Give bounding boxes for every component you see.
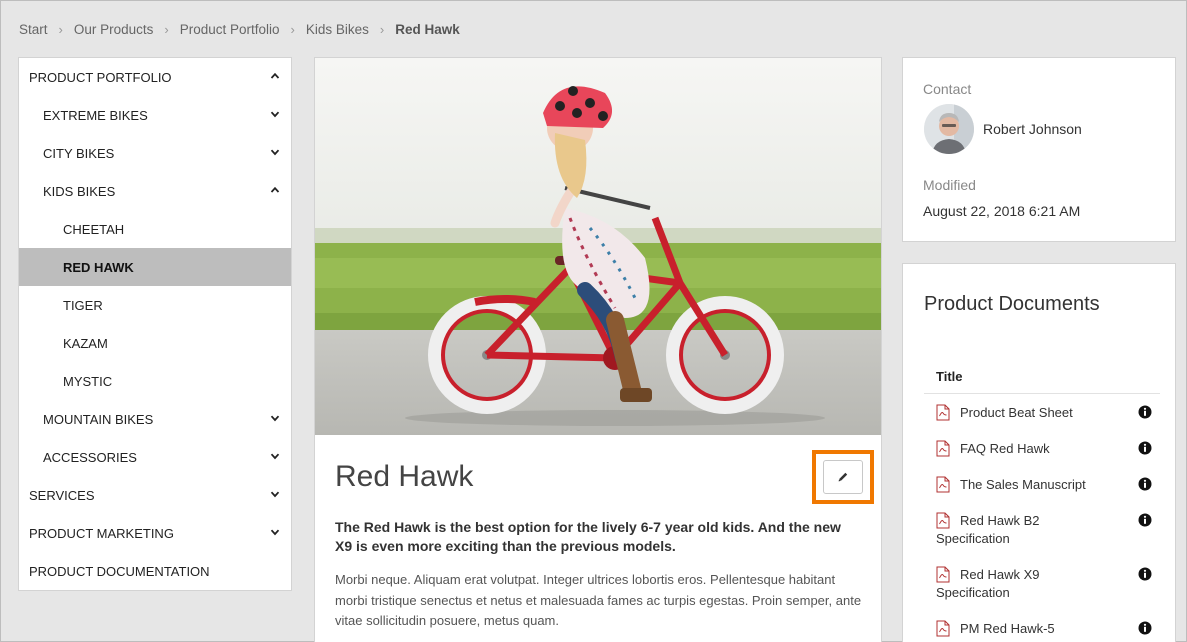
product-hero-image — [315, 58, 881, 435]
nav-item-label: KIDS BIKES — [43, 183, 116, 199]
document-link[interactable]: The Sales Manuscript — [936, 476, 1106, 494]
nav-item-label: SERVICES — [29, 487, 95, 503]
nav-item-label: PRODUCT DOCUMENTATION — [29, 563, 210, 579]
product-documents-card: Product Documents Title Product Beat She… — [902, 263, 1176, 642]
nav-item-mystic[interactable]: MYSTIC — [19, 362, 291, 400]
divider — [924, 393, 1160, 394]
nav-item-mountain-bikes[interactable]: MOUNTAIN BIKES — [19, 400, 291, 438]
nav-item-kazam[interactable]: KAZAM — [19, 324, 291, 362]
nav-item-label: TIGER — [63, 297, 103, 313]
info-icon[interactable] — [1138, 441, 1152, 455]
document-link[interactable]: Red Hawk B2 Specification — [936, 512, 1106, 548]
chevron-down-icon[interactable] — [270, 147, 280, 157]
chevron-up-icon[interactable] — [270, 71, 280, 81]
info-icon[interactable] — [1138, 477, 1152, 491]
product-card: Red Hawk The Red Hawk is the best option… — [314, 57, 882, 642]
nav-item-product-portfolio[interactable]: PRODUCT PORTFOLIO — [19, 58, 291, 96]
product-title: Red Hawk — [335, 460, 474, 493]
breadcrumb-current: Red Hawk — [395, 21, 460, 37]
document-row: Red Hawk B2 Specification — [936, 512, 1162, 548]
nav-item-kids-bikes[interactable]: KIDS BIKES — [19, 172, 291, 210]
document-row: Product Beat Sheet — [936, 404, 1162, 422]
product-lead: The Red Hawk is the best option for the … — [335, 519, 841, 554]
avatar[interactable] — [924, 104, 974, 154]
breadcrumb-kids-bikes[interactable]: Kids Bikes — [306, 22, 369, 37]
product-description: Morbi neque. Aliquam erat volutpat. Inte… — [335, 572, 862, 628]
nav-item-label: MYSTIC — [63, 373, 113, 389]
contact-photo — [924, 104, 974, 154]
breadcrumb-separator-icon: › — [290, 21, 295, 37]
breadcrumb-separator-icon: › — [379, 21, 385, 37]
nav-item-tiger[interactable]: TIGER — [19, 286, 291, 324]
document-row: Red Hawk X9 Specification — [936, 566, 1162, 602]
nav-item-label: CITY BIKES — [43, 145, 115, 161]
nav-item-services[interactable]: SERVICES — [19, 476, 291, 514]
nav-item-label: PRODUCT PORTFOLIO — [29, 69, 172, 85]
pdf-icon — [936, 620, 950, 637]
chevron-down-icon[interactable] — [270, 109, 280, 119]
nav-item-label: CHEETAH — [63, 221, 125, 237]
nav-item-label: ACCESSORIES — [43, 449, 137, 465]
pdf-icon — [936, 404, 950, 421]
nav-item-product-marketing[interactable]: PRODUCT MARKETING — [19, 514, 291, 552]
document-row: The Sales Manuscript — [936, 476, 1162, 494]
chevron-down-icon[interactable] — [270, 413, 280, 423]
document-link[interactable]: Product Beat Sheet — [936, 404, 1106, 422]
chevron-down-icon[interactable] — [270, 489, 280, 499]
pencil-icon — [838, 472, 848, 482]
nav-item-extreme-bikes[interactable]: EXTREME BIKES — [19, 96, 291, 134]
breadcrumb-product-portfolio[interactable]: Product Portfolio — [180, 22, 280, 37]
info-icon[interactable] — [1138, 567, 1152, 581]
breadcrumb: Start › Our Products › Product Portfolio… — [19, 19, 460, 39]
product-navigation: PRODUCT PORTFOLIO EXTREME BIKES CITY BIK… — [18, 57, 292, 591]
modified-value: August 22, 2018 6:21 AM — [923, 203, 1081, 219]
info-icon[interactable] — [1138, 513, 1152, 527]
pdf-icon — [936, 476, 950, 493]
nav-item-product-documentation[interactable]: PRODUCT DOCUMENTATION — [19, 552, 291, 590]
document-link[interactable]: Red Hawk X9 Specification — [936, 566, 1106, 602]
contact-card: Contact Robert Johnson Modified August 2… — [902, 57, 1176, 242]
nav-item-label: EXTREME BIKES — [43, 107, 148, 123]
nav-item-label: MOUNTAIN BIKES — [43, 411, 154, 427]
breadcrumb-separator-icon: › — [164, 21, 169, 37]
modified-label: Modified — [923, 177, 976, 193]
pdf-icon — [936, 440, 950, 457]
document-row: PM Red Hawk-5 — [936, 620, 1162, 638]
nav-item-accessories[interactable]: ACCESSORIES — [19, 438, 291, 476]
girl-on-bike-photo — [315, 58, 881, 435]
pdf-icon — [936, 512, 950, 529]
nav-item-label: RED HAWK — [63, 259, 134, 275]
info-icon[interactable] — [1138, 621, 1152, 635]
documents-title-column-header[interactable]: Title — [936, 369, 963, 384]
document-link[interactable]: FAQ Red Hawk — [936, 440, 1106, 458]
nav-item-cheetah[interactable]: CHEETAH — [19, 210, 291, 248]
nav-item-city-bikes[interactable]: CITY BIKES — [19, 134, 291, 172]
edit-button[interactable] — [823, 460, 863, 494]
info-icon[interactable] — [1138, 405, 1152, 419]
chevron-up-icon[interactable] — [270, 185, 280, 195]
edit-highlight — [812, 450, 874, 504]
product-documents-title: Product Documents — [924, 293, 1100, 315]
breadcrumb-start[interactable]: Start — [19, 22, 48, 37]
contact-label: Contact — [923, 81, 972, 97]
nav-item-label: PRODUCT MARKETING — [29, 525, 174, 541]
document-row: FAQ Red Hawk — [936, 440, 1162, 458]
nav-item-label: KAZAM — [63, 335, 108, 351]
document-link[interactable]: PM Red Hawk-5 — [936, 620, 1106, 638]
breadcrumb-separator-icon: › — [58, 21, 63, 37]
breadcrumb-our-products[interactable]: Our Products — [74, 22, 154, 37]
pdf-icon — [936, 566, 950, 583]
chevron-down-icon[interactable] — [270, 451, 280, 461]
contact-name[interactable]: Robert Johnson — [983, 121, 1082, 137]
chevron-down-icon[interactable] — [270, 527, 280, 537]
nav-item-red-hawk[interactable]: RED HAWK — [19, 248, 291, 286]
